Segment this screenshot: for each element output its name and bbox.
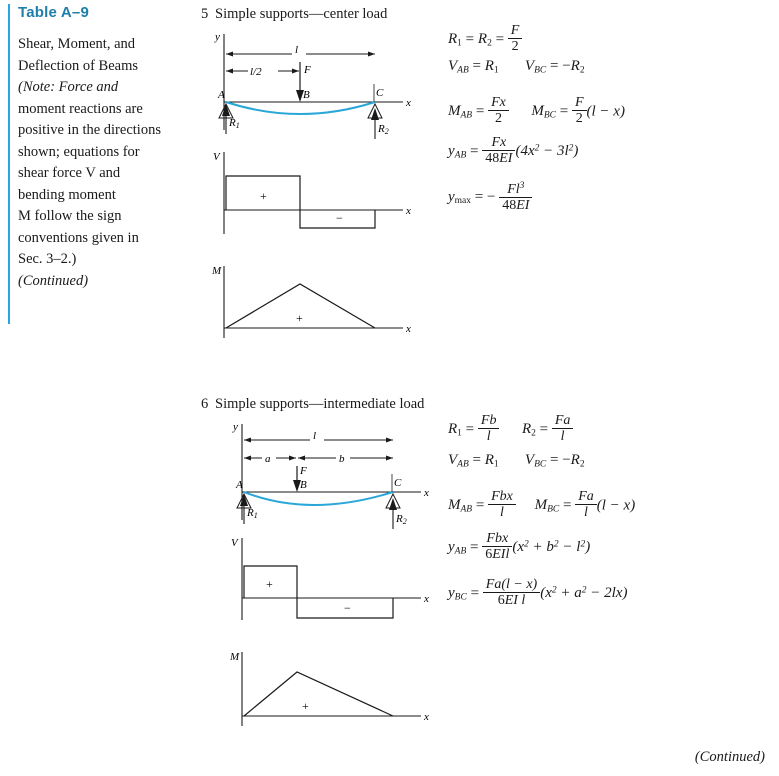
eq-6-4: yAB = Fbx 6EIl (x2 + b2 − l2) — [448, 531, 591, 562]
left-line-4: positive in the directions — [18, 122, 161, 138]
left-line-0: Shear, Moment, and — [18, 36, 136, 52]
svg-text:l: l — [313, 430, 316, 442]
left-line-11: (Continued) — [18, 272, 89, 289]
svg-text:l: l — [295, 44, 298, 56]
section-5-title: Simple supports—center load — [215, 6, 388, 22]
page: Table A–9 Shear, Moment, and Deflection … — [0, 0, 779, 776]
svg-text:V: V — [231, 537, 239, 549]
svg-text:+: + — [260, 189, 267, 203]
section-5-heading: 5 Simple supports—center load — [201, 6, 387, 23]
eq-5-3: MAB = Fx 2 MBC = F 2 (l − x) — [448, 95, 625, 126]
section-6-shear-diagram: V x + − — [218, 534, 458, 634]
section-6-title: Simple supports—intermediate load — [215, 396, 425, 412]
eq-5-5: ymax = − Fl3 48EI — [448, 180, 625, 220]
svg-text:+: + — [266, 577, 273, 591]
table-title: Table A–9 — [18, 4, 89, 21]
svg-text:R2: R2 — [395, 513, 407, 526]
svg-text:+: + — [296, 311, 303, 325]
svg-text:x: x — [423, 711, 429, 723]
left-line-8: M follow the sign — [18, 208, 122, 224]
eq-5-2: VAB = R1 VBC = −R2 — [448, 58, 585, 76]
svg-text:A: A — [235, 479, 243, 491]
left-line-7: bending moment — [18, 186, 116, 203]
svg-text:a: a — [265, 453, 271, 465]
eq-6-5: yBC = Fa(l − x) 6EI l (x2 + a2 − 2lx) — [448, 577, 628, 608]
left-line-2: (Note: Force and — [18, 79, 119, 95]
left-line-6: shear force V and — [18, 165, 121, 181]
svg-text:x: x — [423, 593, 429, 605]
svg-text:C: C — [376, 87, 384, 99]
section-5-equations: R1 = R2 = F2 VAB = R1 VBC = −R2 MAB = Fx… — [448, 23, 625, 220]
svg-text:−: − — [336, 211, 343, 225]
svg-text:A: A — [217, 89, 225, 101]
svg-text:x: x — [405, 97, 411, 109]
left-line-1: Deflection of Beams — [18, 57, 138, 74]
svg-text:x: x — [405, 323, 411, 335]
eq-6-1: R1 = Fb l R2 = Fa l — [448, 413, 635, 452]
svg-text:b: b — [339, 453, 345, 465]
svg-text:V: V — [213, 151, 221, 163]
svg-text:y: y — [232, 421, 238, 433]
svg-text:−: − — [344, 601, 351, 615]
section-6-beam-diagram: y x l a b F R1 R2 A B C — [218, 416, 458, 536]
svg-text:l/2: l/2 — [250, 66, 262, 78]
left-line-3: moment reactions are — [18, 100, 143, 117]
section-5-moment-diagram: M x + — [200, 262, 430, 352]
svg-text:M: M — [229, 651, 240, 663]
eq-6-3: MAB = Fbx l MBC = Fa l (l − x) — [448, 489, 636, 520]
eq-5-1: R1 = R2 = F2 — [448, 23, 625, 58]
section-6-number: 6 — [201, 396, 209, 412]
svg-text:+: + — [302, 699, 309, 713]
accent-rule — [8, 4, 10, 324]
section-5-number: 5 — [201, 6, 209, 22]
eq-6-2: VAB = R1 VBC = −R2 — [448, 452, 585, 470]
svg-text:x: x — [405, 205, 411, 217]
section-5-shear-diagram: V x + − — [200, 148, 430, 248]
svg-text:F: F — [299, 465, 307, 477]
section-6-heading: 6 Simple supports—intermediate load — [201, 396, 424, 413]
svg-text:F: F — [303, 64, 311, 76]
section-6-equations: R1 = Fb l R2 = Fa l VAB = R1 VBC = −R2 MAB… — [448, 413, 636, 624]
section-5-beam-diagram: y x l l/2 F R1 R2 A B C — [200, 26, 430, 146]
left-line-9: conventions given in — [18, 229, 139, 246]
svg-text:B: B — [303, 89, 310, 101]
footer-continued: (Continued) — [694, 749, 765, 765]
left-paragraph: Shear, Moment, and Deflection of Beams (… — [18, 34, 190, 292]
eq-5-4: yAB = Fx 48EI (4x2 − 3l2) — [448, 135, 579, 166]
svg-text:C: C — [394, 477, 402, 489]
svg-text:R2: R2 — [377, 123, 389, 136]
svg-text:R1: R1 — [246, 507, 258, 520]
svg-text:B: B — [300, 479, 307, 491]
svg-text:M: M — [211, 265, 222, 277]
section-6-moment-diagram: M x + — [218, 648, 458, 738]
svg-text:x: x — [423, 487, 429, 499]
left-line-10: Sec. 3–2.) — [18, 251, 77, 267]
svg-text:y: y — [214, 31, 220, 43]
left-line-5: shown; equations for — [18, 143, 140, 160]
svg-text:R1: R1 — [228, 117, 240, 130]
